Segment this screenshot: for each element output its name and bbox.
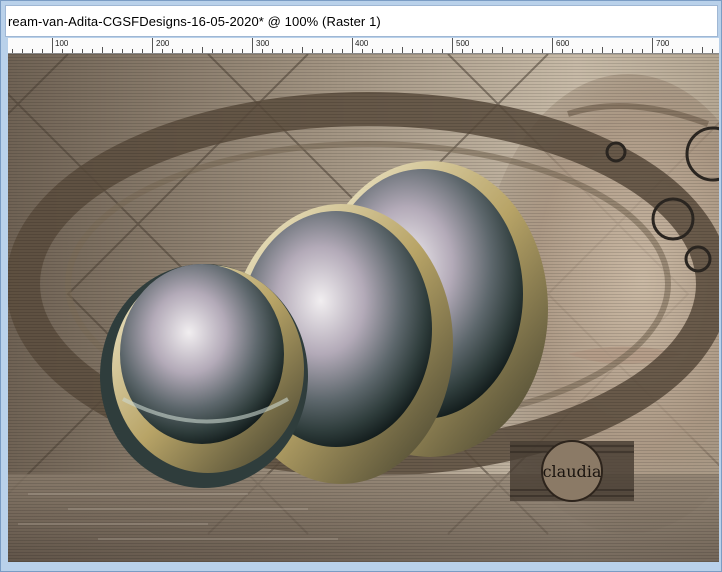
ruler-label-200: 200 bbox=[156, 39, 170, 48]
title-bar[interactable]: ream-van-Adita-CGSFDesigns-16-05-2020* @… bbox=[5, 5, 718, 37]
ruler-label-400: 400 bbox=[355, 39, 369, 48]
watermark-badge: claudia bbox=[510, 440, 634, 502]
ruler-label-100: 100 bbox=[55, 39, 69, 48]
image-window: ream-van-Adita-CGSFDesigns-16-05-2020* @… bbox=[0, 0, 722, 572]
sphere-front bbox=[100, 264, 308, 488]
ruler-label-600: 600 bbox=[556, 39, 570, 48]
ruler-label-700: 700 bbox=[656, 39, 670, 48]
ruler-label-300: 300 bbox=[256, 39, 270, 48]
ruler-label-500: 500 bbox=[456, 39, 470, 48]
watermark-text: claudia bbox=[543, 462, 602, 481]
artwork: claudia bbox=[8, 54, 719, 562]
window-title: ream-van-Adita-CGSFDesigns-16-05-2020* @… bbox=[8, 14, 381, 29]
image-canvas[interactable]: claudia bbox=[8, 54, 719, 562]
window-bottom-edge bbox=[5, 563, 718, 569]
horizontal-ruler[interactable]: 100 200 300 400 500 600 700 bbox=[8, 38, 719, 54]
ruler-ticks: 100 200 300 400 500 600 700 bbox=[12, 38, 713, 53]
